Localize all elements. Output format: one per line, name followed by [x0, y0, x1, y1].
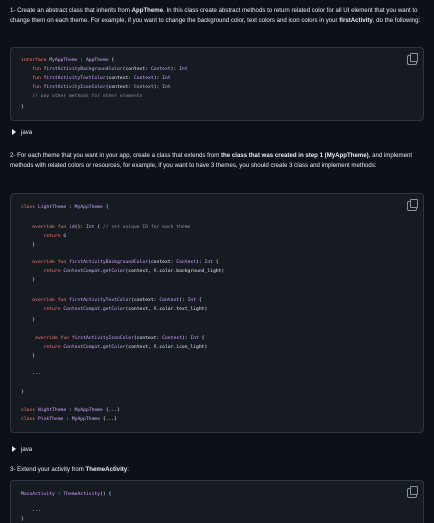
code-line: override fun id(): Int { // set unique I… [32, 225, 191, 230]
toggle-label: java [21, 129, 33, 136]
code-line: fun firstActivityIconColor(context: Cont… [32, 85, 171, 90]
code-line: return ContextCompat.getColor(context, R… [43, 345, 208, 350]
code-line: interface MyAppTheme : AppTheme { [21, 58, 115, 63]
code-line: override fun firstActivityTextColor(cont… [32, 298, 202, 303]
code-line: } [21, 318, 36, 323]
code-block-2: class LightTheme : MyAppTheme { override… [10, 193, 424, 433]
code-line: fun firstActivityBackgroundColor(context… [32, 67, 188, 72]
code-line: } [21, 354, 36, 359]
code-line: } [21, 390, 24, 395]
step3-bold-themeactivity: ThemeActivity [85, 466, 128, 473]
step3-paragraph: 3- Extend your activity from ThemeActivi… [10, 465, 422, 475]
step1-bold-apptheme: AppTheme [131, 7, 164, 14]
copy-icon[interactable] [407, 199, 418, 211]
code-line: return ContextCompat.getColor(context, R… [43, 307, 208, 312]
java-toggle-1[interactable]: java [12, 129, 32, 136]
code-line: ... [21, 508, 41, 513]
code-line: class LightTheme : MyAppTheme { [21, 205, 109, 210]
step1-paragraph: 1- Create an abstract class that inherit… [10, 6, 422, 25]
step2-paragraph: 2- For each theme that you want in your … [10, 151, 422, 170]
code-line: class PinkTheme : MyAppTheme {...} [21, 417, 117, 422]
code-line: return 0 [43, 234, 67, 239]
code-line: } [21, 517, 24, 522]
code-line: } [21, 105, 24, 110]
java-toggle-2[interactable]: java [12, 446, 32, 453]
step3-text: 3- Extend your activity from [10, 466, 86, 473]
copy-icon[interactable] [407, 53, 418, 65]
step3-text-end: : [127, 466, 129, 473]
copy-icon[interactable] [407, 486, 418, 498]
step2-text: 2- For each theme that you want in your … [10, 152, 222, 159]
code-line: MainActivity : ThemeActivity() { [21, 492, 112, 497]
code-line: } [21, 243, 36, 248]
code-line: override fun firstActivityBackgroundColo… [32, 260, 219, 265]
caret-right-icon [12, 129, 16, 136]
code-block-3: MainActivity : ThemeActivity() { ... } [10, 480, 424, 523]
code-block-1: interface MyAppTheme : AppTheme { fun fi… [10, 47, 424, 121]
step2-bold-myapptheme: the class that was created in step 1 (My… [221, 152, 369, 159]
code-line: fun firstActivityTextColor(context: Cont… [32, 76, 171, 81]
step1-bold-firstactivity: firstActivity [339, 16, 373, 24]
code-line: } [21, 278, 36, 283]
step1-text: 1- Create an abstract class that inherit… [10, 7, 132, 14]
code-comment: // any other methods for other elements [21, 94, 143, 99]
code-line: class NightTheme : MyAppTheme {...} [21, 408, 120, 413]
code-line: ... [21, 371, 41, 376]
code-line: return ContextCompat.getColor(context, R… [43, 269, 225, 274]
step1-text-end: , do the following: [372, 16, 421, 24]
caret-right-icon [12, 446, 16, 453]
code-line: override fun firstActivityIconColor(cont… [35, 336, 205, 341]
toggle-label: java [21, 446, 33, 453]
